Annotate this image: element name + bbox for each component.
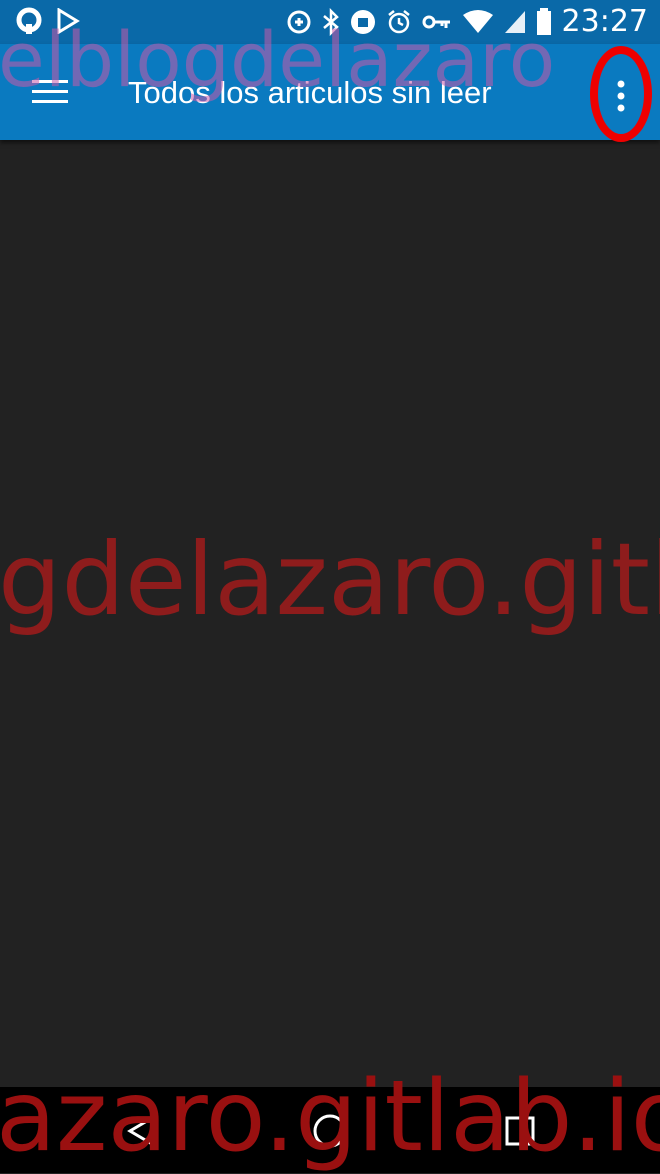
article-list-area bbox=[0, 140, 660, 1087]
hamburger-menu-icon[interactable] bbox=[32, 78, 68, 106]
signal-icon bbox=[504, 11, 525, 33]
recents-icon[interactable] bbox=[504, 1115, 536, 1147]
status-time: 23:27 bbox=[561, 4, 648, 39]
battery-icon bbox=[536, 8, 551, 35]
status-bar: 23:27 bbox=[0, 0, 660, 44]
home-icon[interactable] bbox=[312, 1113, 348, 1149]
profile-icon bbox=[350, 10, 375, 34]
vpn-key-icon bbox=[422, 15, 450, 29]
play-store-icon bbox=[57, 8, 80, 34]
page-title: Todos los articulos sin leer bbox=[128, 75, 492, 110]
wifi-icon bbox=[462, 10, 493, 33]
bluetooth-icon bbox=[322, 8, 339, 36]
data-saver-icon bbox=[287, 10, 311, 34]
navigation-bar bbox=[0, 1087, 660, 1173]
alarm-icon bbox=[387, 10, 410, 34]
back-icon[interactable] bbox=[126, 1115, 156, 1147]
sync-icon bbox=[16, 7, 42, 34]
red-highlight-circle bbox=[590, 46, 652, 142]
